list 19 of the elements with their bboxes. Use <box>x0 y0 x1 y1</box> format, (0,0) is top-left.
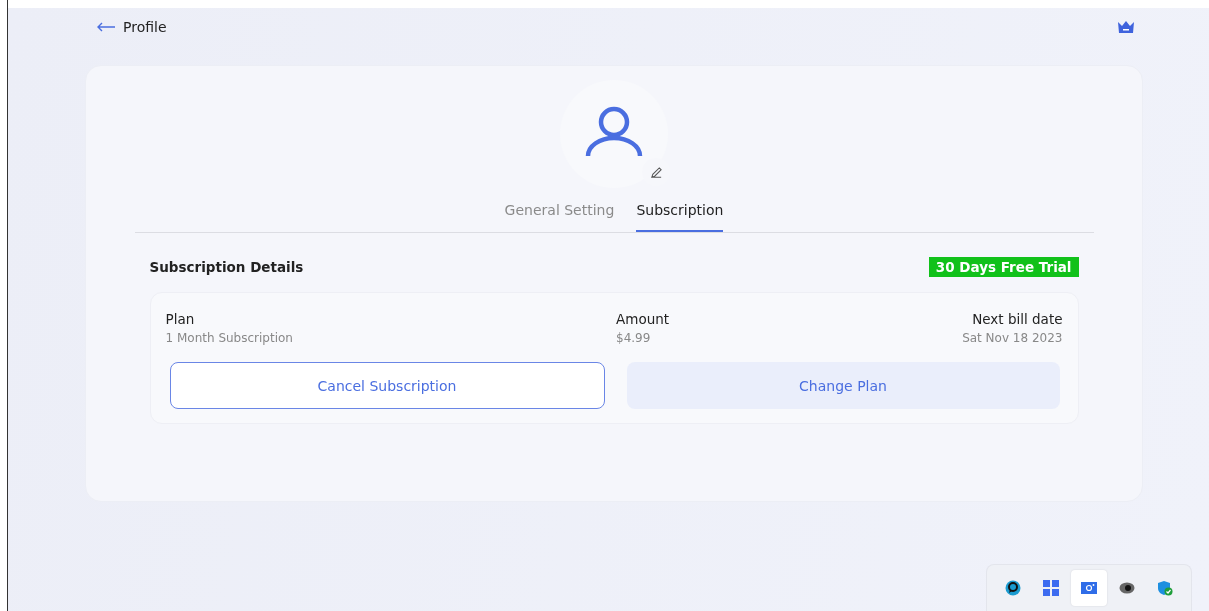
field-label: Next bill date <box>972 311 1063 327</box>
back-arrow-icon <box>96 22 116 32</box>
tab[interactable]: General Setting <box>504 198 615 232</box>
field-value: $4.99 <box>616 331 652 345</box>
field-label: Plan <box>165 311 196 327</box>
section-title: Subscription Details <box>149 259 304 275</box>
change-plan-button[interactable]: Change Plan <box>626 362 1060 409</box>
field-value: Sat Nov 18 2023 <box>962 331 1063 345</box>
shield-icon <box>1157 580 1173 596</box>
cancel-button[interactable]: Cancel Subscription <box>169 362 605 409</box>
crown-icon[interactable] <box>1117 20 1135 34</box>
field-value: 1 Month Subscription <box>165 331 293 345</box>
chat-bubble-icon <box>1005 580 1021 596</box>
widgets-icon <box>1043 580 1059 596</box>
trial-badge: 30 Days Free Trial <box>928 257 1079 277</box>
pencil-icon <box>649 165 663 179</box>
camera-icon <box>1081 582 1097 594</box>
back-link[interactable]: Profile <box>96 19 167 35</box>
field-label: Amount <box>616 311 670 327</box>
